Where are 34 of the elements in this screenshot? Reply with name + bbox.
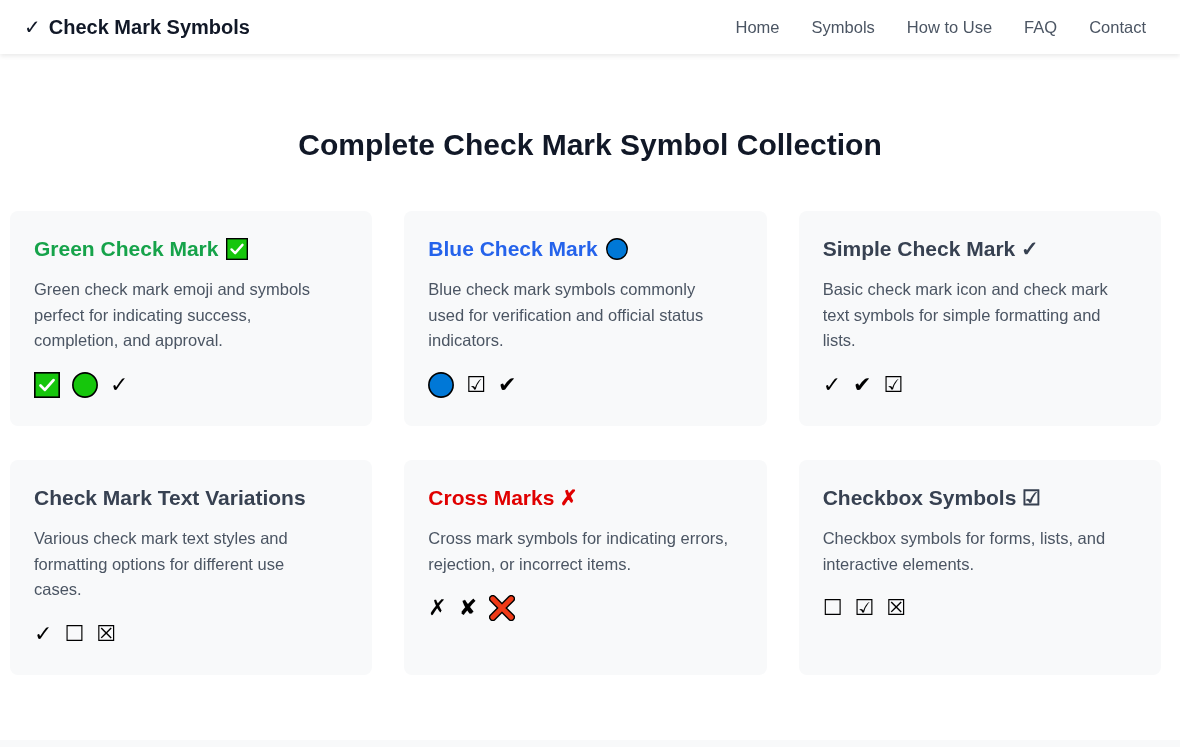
symbol-glyph: ✔: [498, 370, 517, 399]
symbol-glyph: ✘: [458, 594, 478, 623]
symbol-glyph: ☐: [64, 619, 85, 648]
card-title: Simple Check Mark ✓: [822, 236, 1040, 262]
logo-symbol: ✓: [24, 14, 41, 41]
card-description: Cross mark symbols for indicating errors, rejection, or incorrect items.: [428, 528, 729, 575]
symbol-glyph: ☒: [96, 619, 116, 648]
card-description: Basic check mark icon and check mark text symbols for simple formatting and lists.: [822, 279, 1109, 352]
card-description: Green check mark emoji and symbols perfect for indicating success, completion, and approval.: [34, 279, 312, 352]
nav-link[interactable]: How to Use: [906, 15, 993, 39]
card-title: Cross Marks ✗: [428, 485, 579, 511]
nav-link[interactable]: Contact: [1089, 15, 1146, 39]
nav-link[interactable]: Home: [735, 15, 780, 39]
page-heading: Complete Check Mark Symbol Collection: [298, 127, 882, 163]
nav-link[interactable]: FAQ: [1024, 15, 1058, 39]
card-title: Blue Check Mark: [428, 236, 598, 262]
symbol-glyph: ✔: [853, 370, 872, 399]
nav-link[interactable]: Symbols: [811, 15, 875, 39]
symbol-glyph: ☑: [883, 370, 904, 399]
symbol-glyph: ☑: [466, 370, 487, 399]
symbol-glyph: ✓: [34, 619, 53, 648]
symbol-glyph: ✗: [428, 594, 447, 623]
card-title: Check Mark Text Variations: [34, 485, 306, 511]
symbol-glyph: ☐: [822, 594, 843, 623]
card-description: Checkbox symbols for forms, lists, and interactive elements.: [822, 528, 1107, 575]
card-title: Checkbox Symbols ☑: [822, 485, 1042, 511]
symbol-glyph: ✓: [110, 370, 129, 399]
card-title: Green Check Mark: [34, 236, 219, 262]
symbol-glyph: ☒: [886, 594, 906, 623]
card-description: Various check mark text styles and formatting options for different use cases.: [34, 528, 289, 601]
symbol-glyph: ✓: [822, 370, 842, 399]
symbol-glyph: ☑: [854, 594, 875, 623]
card-description: Blue check mark symbols commonly used for verification and official status indicators.: [428, 279, 705, 352]
site-title[interactable]: Check Mark Symbols: [48, 13, 250, 41]
